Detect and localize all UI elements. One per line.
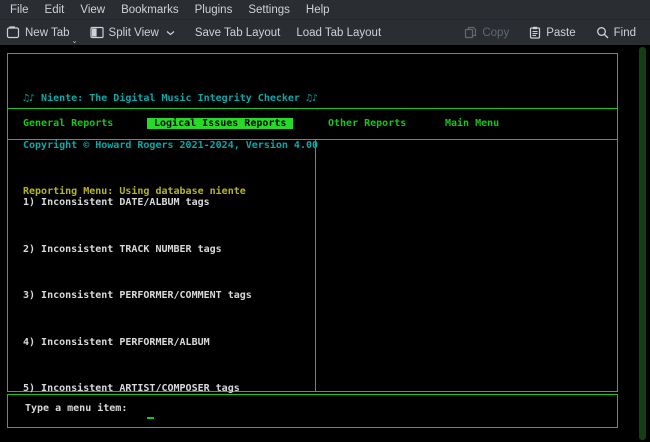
split-view-button[interactable]: Split View — [84, 21, 181, 44]
load-tab-layout-label: Load Tab Layout — [296, 27, 381, 39]
menu-help[interactable]: Help — [298, 4, 338, 16]
menu-bookmarks[interactable]: Bookmarks — [113, 4, 187, 16]
tui-main-frame: ♫♪ Niente: The Digital Music Integrity C… — [7, 53, 618, 392]
paste-button[interactable]: Paste — [523, 21, 581, 44]
prompt-label: Type a menu item: — [25, 403, 127, 414]
new-tab-label: New Tab — [25, 27, 70, 39]
new-tab-button[interactable]: New Tab ⌄ — [0, 21, 76, 44]
text-cursor[interactable] — [147, 417, 154, 419]
save-tab-layout-button[interactable]: Save Tab Layout — [189, 21, 286, 44]
menu-view[interactable]: View — [72, 4, 113, 16]
copy-button[interactable]: Copy — [458, 21, 515, 44]
app-title: ♫♪ Niente: The Digital Music Integrity C… — [23, 91, 318, 107]
tab-other-reports[interactable]: Other Reports — [328, 118, 406, 129]
report-menu-tabs: General Reports Logical Issues Reports O… — [8, 118, 617, 134]
split-view-label: Split View — [109, 27, 159, 39]
app-copyright: Copyright © Howard Rogers 2021-2024, Ver… — [23, 138, 318, 154]
load-tab-layout-button[interactable]: Load Tab Layout — [290, 21, 387, 44]
list-item[interactable]: 1) Inconsistent DATE/ALBUM tags — [23, 195, 252, 211]
save-tab-layout-label: Save Tab Layout — [195, 27, 280, 39]
prompt-frame: Type a menu item: — [7, 394, 618, 428]
find-icon — [596, 26, 609, 39]
paste-icon — [529, 26, 541, 39]
report-options-list: 1) Inconsistent DATE/ALBUM tags 2) Incon… — [23, 164, 252, 428]
find-button[interactable]: Find — [590, 21, 642, 44]
menu-file[interactable]: File — [2, 4, 37, 16]
copy-icon — [464, 26, 477, 39]
terminal-scrollbar[interactable] — [639, 47, 646, 440]
toolbar: New Tab ⌄ Split View Save Tab Layout Loa… — [0, 20, 650, 45]
list-item[interactable]: 3) Inconsistent PERFORMER/COMMENT tags — [23, 288, 252, 304]
chevron-down-icon — [166, 30, 175, 36]
paste-label: Paste — [546, 27, 575, 39]
new-tab-dropdown-caret: ⌄ — [72, 37, 78, 45]
menubar: File Edit View Bookmarks Plugins Setting… — [0, 0, 650, 20]
menu-plugins[interactable]: Plugins — [187, 4, 241, 16]
find-label: Find — [614, 27, 636, 39]
menu-settings[interactable]: Settings — [240, 4, 298, 16]
terminal-display[interactable]: ♫♪ Niente: The Digital Music Integrity C… — [0, 45, 650, 442]
copy-label: Copy — [482, 27, 509, 39]
tab-general-reports[interactable]: General Reports — [23, 118, 113, 129]
konsole-window: File Edit View Bookmarks Plugins Setting… — [0, 0, 650, 442]
list-item[interactable]: 4) Inconsistent PERFORMER/ALBUM — [23, 335, 252, 351]
split-view-icon — [90, 26, 104, 39]
tab-main-menu[interactable]: Main Menu — [445, 118, 499, 129]
new-tab-icon — [6, 26, 20, 39]
menu-edit[interactable]: Edit — [37, 4, 73, 16]
list-item[interactable]: 2) Inconsistent TRACK NUMBER tags — [23, 242, 252, 258]
tab-logical-issues-reports[interactable]: Logical Issues Reports — [147, 118, 293, 129]
